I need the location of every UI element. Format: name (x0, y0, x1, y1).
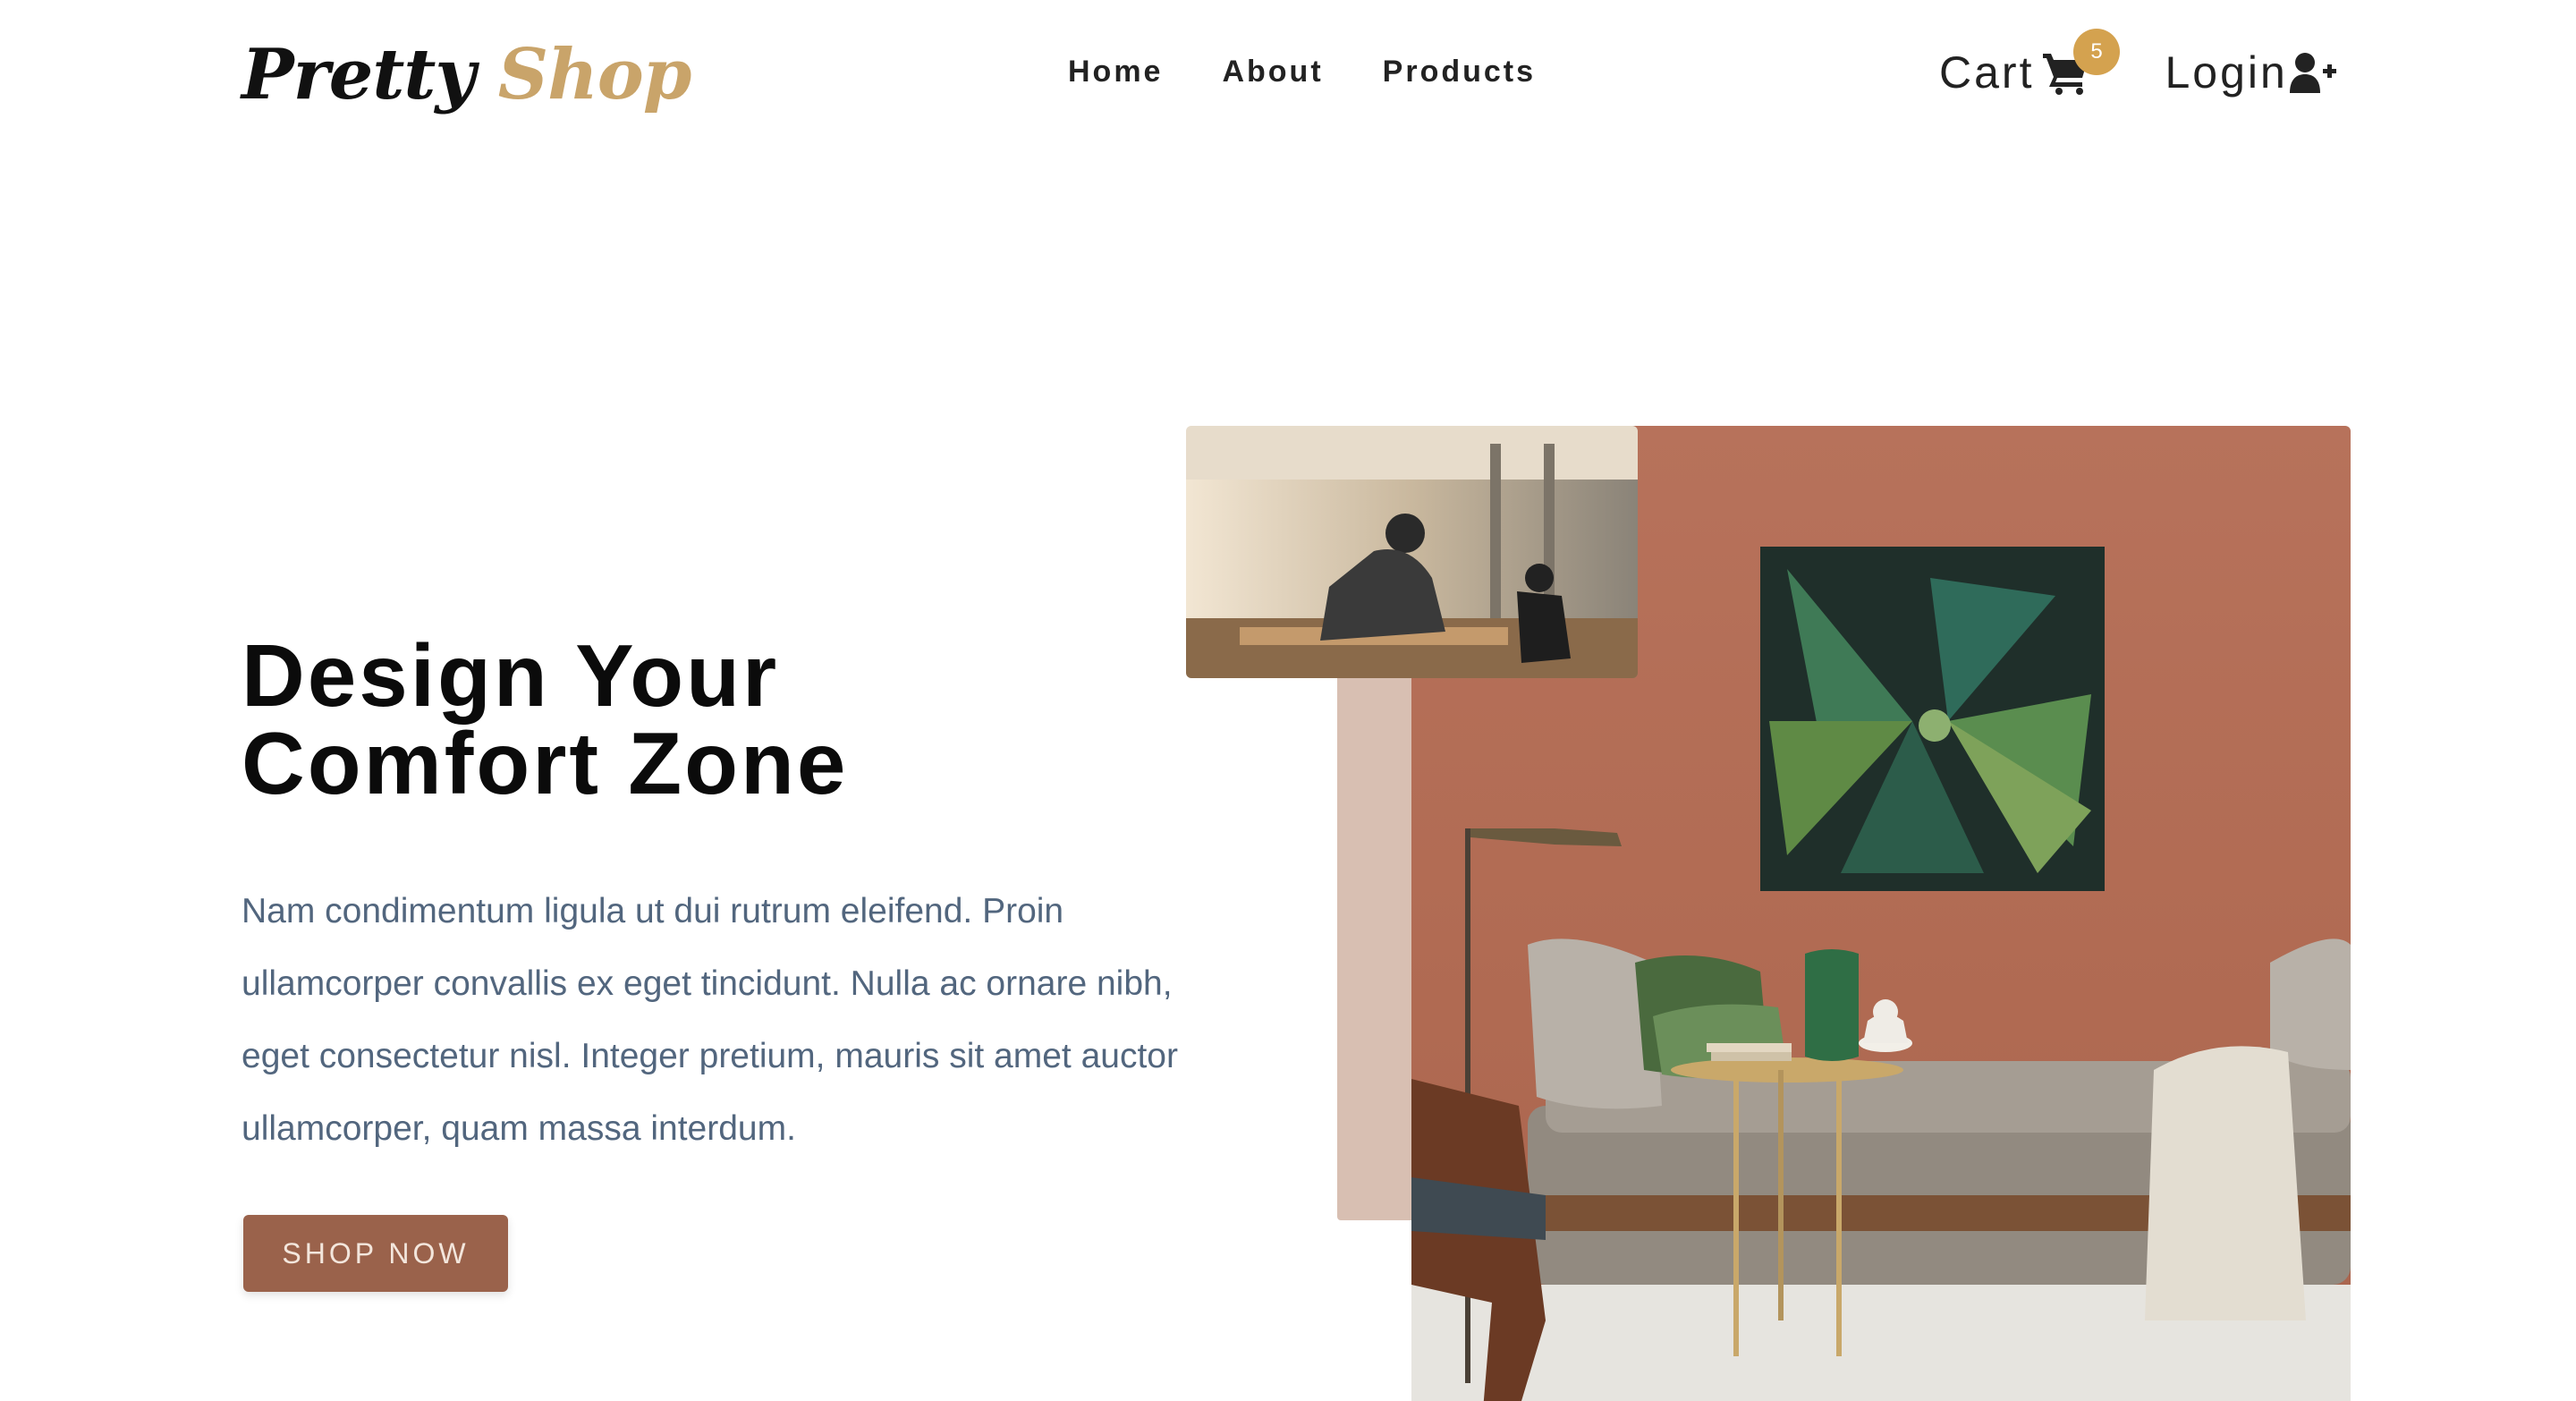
login-button[interactable]: Login (2165, 41, 2336, 104)
navbar: Pretty Shop Home About Products Cart 5 L… (0, 0, 2576, 147)
nav-links: Home About Products (1068, 52, 1536, 91)
nav-link-products[interactable]: Products (1383, 52, 1536, 91)
hero-title-line-1: Design Your (242, 626, 780, 725)
logo[interactable]: Pretty Shop (242, 25, 691, 123)
user-plus-icon (2289, 53, 2336, 93)
nav-link-home[interactable]: Home (1068, 52, 1163, 91)
logo-text-pretty: Pretty (242, 33, 476, 115)
cart-button[interactable]: Cart 5 (1939, 29, 2120, 104)
cart-label: Cart (1939, 47, 2035, 98)
cart-count-badge: 5 (2073, 29, 2120, 75)
workshop-photo (1186, 426, 1638, 678)
shop-now-button[interactable]: SHOP NOW (243, 1215, 508, 1292)
nav-link-about[interactable]: About (1222, 52, 1323, 91)
hero-description: Nam condimentum ligula ut dui rutrum ele… (242, 892, 1178, 1148)
hero-title-line-2: Comfort Zone (242, 714, 849, 812)
hero-title: Design Your Comfort Zone (242, 632, 1225, 807)
logo-text-shop: Shop (497, 33, 692, 115)
login-label: Login (2165, 47, 2288, 98)
nav-actions: Cart 5 Login (1939, 29, 2336, 104)
